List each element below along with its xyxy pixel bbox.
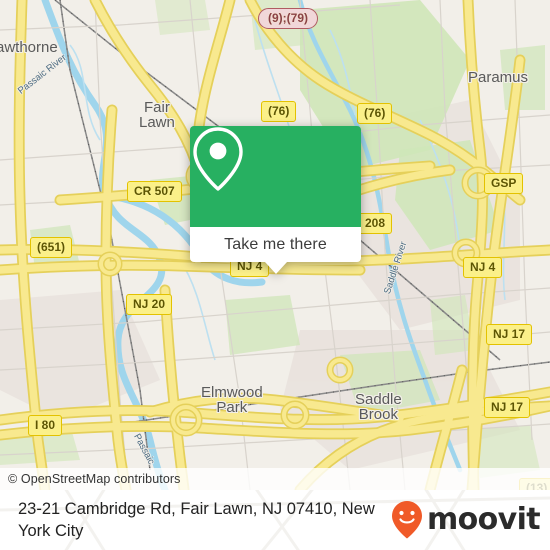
highway-shield-i-80[interactable]: I 80: [28, 415, 63, 436]
highway-shield-9-79[interactable]: (9);(79): [258, 8, 319, 29]
moovit-wordmark: moovit: [426, 502, 541, 537]
highway-shield-76-right[interactable]: (76): [357, 103, 393, 124]
callout-header: [190, 126, 361, 227]
footer-bar: 23-21 Cambridge Rd, Fair Lawn, NJ 07410,…: [0, 490, 550, 550]
map-screenshot: awthorne Fair Lawn Paramus Elmwood Park …: [0, 0, 550, 550]
moovit-smiley-pin-icon: [391, 501, 422, 539]
highway-shield-nj-17-lower[interactable]: NJ 17: [484, 397, 531, 418]
highway-shield-651[interactable]: (651): [30, 237, 73, 258]
callout-tail: [264, 262, 287, 274]
map-pin-icon: [193, 127, 243, 191]
callout-action-label: Take me there: [224, 235, 327, 253]
take-me-there-callout[interactable]: Take me there: [190, 126, 361, 274]
highway-shield-nj-20[interactable]: NJ 20: [126, 294, 173, 315]
highway-shield-nj-4-right[interactable]: NJ 4: [463, 257, 503, 278]
highway-shield-gsp[interactable]: GSP: [484, 173, 524, 194]
map-canvas[interactable]: awthorne Fair Lawn Paramus Elmwood Park …: [0, 0, 550, 490]
highway-shield-nj-17-upper[interactable]: NJ 17: [486, 324, 533, 345]
callout-action[interactable]: Take me there: [190, 227, 361, 274]
highway-shield-cr-507[interactable]: CR 507: [127, 181, 182, 202]
moovit-logo[interactable]: moovit: [390, 500, 541, 540]
highway-shield-76-left[interactable]: (76): [261, 101, 297, 122]
highway-shield-208[interactable]: 208: [358, 213, 393, 234]
address-text: 23-21 Cambridge Rd, Fair Lawn, NJ 07410,…: [18, 500, 375, 540]
map-attribution[interactable]: © OpenStreetMap contributors: [0, 468, 550, 490]
